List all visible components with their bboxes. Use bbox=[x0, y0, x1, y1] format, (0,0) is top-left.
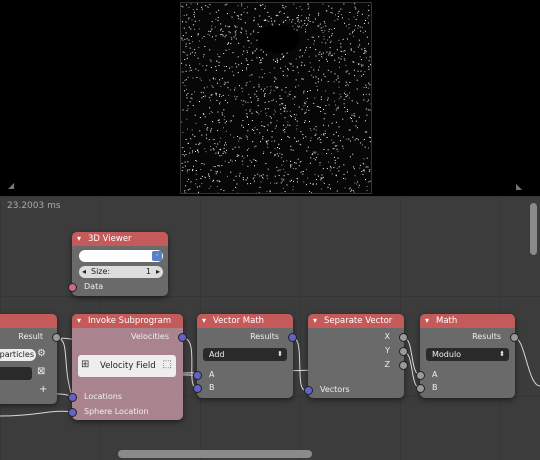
data-label: Data bbox=[84, 282, 104, 291]
viewport-3d[interactable]: ◢ ◣ bbox=[0, 0, 540, 194]
subprogram-name: Velocity Field bbox=[100, 361, 156, 371]
y-socket[interactable] bbox=[399, 347, 408, 356]
dropdown-arrow-icon: ⬍ bbox=[499, 350, 505, 358]
b-socket[interactable] bbox=[193, 384, 202, 393]
sphere-location-socket[interactable] bbox=[68, 408, 77, 417]
node-math[interactable]: Math Results Modulo ⬍ A B bbox=[416, 314, 519, 398]
browse-icon[interactable]: ⬚ bbox=[163, 359, 172, 370]
a-label: A bbox=[432, 370, 438, 379]
horizontal-scrollbar[interactable] bbox=[118, 450, 312, 458]
node-partial[interactable]: Result particles ⚙ ⊠ + bbox=[0, 314, 61, 404]
node-title[interactable]: Separate Vector bbox=[308, 314, 404, 328]
node-partial-header[interactable] bbox=[0, 314, 57, 328]
results-label: Results bbox=[250, 332, 279, 341]
result-socket[interactable] bbox=[52, 333, 61, 342]
close-icon[interactable]: ⊠ bbox=[37, 366, 45, 377]
text-field[interactable] bbox=[0, 367, 32, 380]
vectors-socket[interactable] bbox=[304, 386, 313, 395]
subprogram-icon: ⊞ bbox=[81, 359, 90, 370]
operation-value: Add bbox=[209, 350, 225, 359]
vertical-scrollbar[interactable] bbox=[530, 203, 537, 255]
y-label: Y bbox=[385, 346, 390, 355]
particle-render bbox=[180, 2, 372, 194]
operation-dropdown[interactable]: Add ⬍ bbox=[203, 348, 287, 361]
node-title[interactable]: Invoke Subprogram bbox=[72, 314, 183, 328]
result-label: Result bbox=[18, 332, 43, 341]
node-3d-viewer[interactable]: 3D Viewer ◦ ◂ Size: 1 ▸ Data bbox=[68, 232, 168, 296]
velocities-label: Velocities bbox=[131, 332, 169, 341]
z-label: Z bbox=[384, 360, 390, 369]
dropdown-arrow-icon: ⬍ bbox=[277, 350, 283, 358]
results-socket[interactable] bbox=[510, 333, 519, 342]
node-invoke-subprogram[interactable]: Invoke Subprogram Velocities ⊞ Velocity … bbox=[68, 314, 187, 420]
b-label: B bbox=[209, 383, 215, 392]
decrement-icon[interactable]: ◂ bbox=[82, 266, 86, 278]
corner-widget-icon[interactable]: ◢ bbox=[8, 182, 16, 190]
size-value: 1 bbox=[145, 267, 151, 276]
locations-socket[interactable] bbox=[68, 393, 77, 402]
operation-value: Modulo bbox=[432, 350, 462, 359]
x-label: X bbox=[384, 332, 390, 341]
x-socket[interactable] bbox=[399, 333, 408, 342]
settings-icon[interactable]: ⚙ bbox=[37, 348, 46, 359]
locations-label: Locations bbox=[84, 392, 123, 401]
size-label: Size: bbox=[91, 267, 111, 276]
b-label: B bbox=[432, 383, 438, 392]
add-icon[interactable]: + bbox=[39, 384, 47, 395]
a-label: A bbox=[209, 370, 215, 379]
a-socket[interactable] bbox=[193, 371, 202, 380]
viewer-input[interactable] bbox=[79, 250, 163, 262]
increment-icon[interactable]: ▸ bbox=[156, 266, 160, 278]
subprogram-selector[interactable]: ⊞ Velocity Field ⬚ bbox=[78, 355, 176, 377]
corner-widget-icon[interactable]: ◣ bbox=[516, 183, 524, 191]
node-separate-vector[interactable]: Separate Vector X Y Z Vectors bbox=[304, 314, 408, 398]
sphere-location-label: Sphere Location bbox=[84, 407, 149, 416]
operation-dropdown[interactable]: Modulo ⬍ bbox=[426, 348, 509, 361]
z-socket[interactable] bbox=[399, 361, 408, 370]
results-label: Results bbox=[472, 332, 501, 341]
particles-field[interactable]: particles bbox=[0, 349, 36, 361]
b-socket[interactable] bbox=[416, 384, 425, 393]
node-vector-math[interactable]: Vector Math Results Add ⬍ A B bbox=[193, 314, 297, 398]
size-field[interactable]: ◂ Size: 1 ▸ bbox=[79, 266, 163, 278]
velocities-socket[interactable] bbox=[178, 333, 187, 342]
node-editor[interactable]: 23.2003 ms Result particles ⚙ ⊠ + 3D Vie… bbox=[0, 196, 540, 460]
node-title[interactable]: Math bbox=[420, 314, 515, 328]
results-socket[interactable] bbox=[288, 333, 297, 342]
a-socket[interactable] bbox=[416, 371, 425, 380]
node-title[interactable]: 3D Viewer bbox=[72, 232, 168, 246]
vectors-label: Vectors bbox=[320, 385, 350, 394]
data-socket[interactable] bbox=[68, 283, 77, 292]
dropdown-icon[interactable]: ◦ bbox=[152, 251, 162, 261]
node-title[interactable]: Vector Math bbox=[197, 314, 293, 328]
